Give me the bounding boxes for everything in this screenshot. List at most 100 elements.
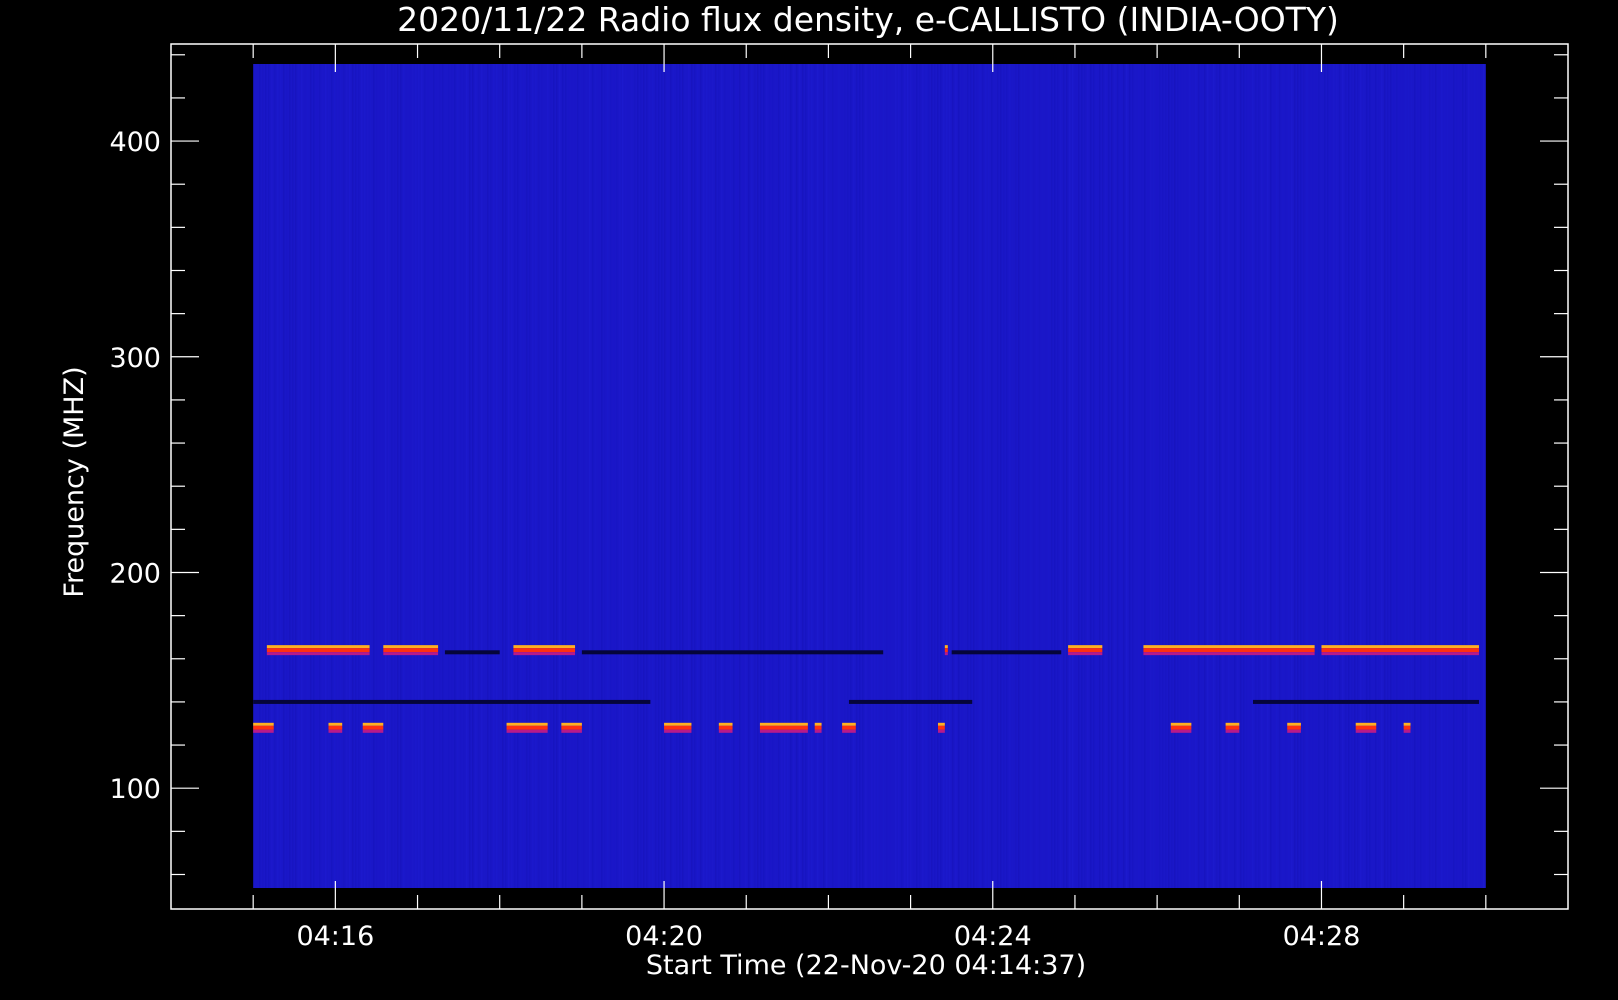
noise-streak	[700, 64, 702, 888]
noise-streak	[586, 64, 588, 888]
noise-streak	[1294, 64, 1296, 888]
noise-streak	[469, 64, 471, 888]
noise-streak	[580, 64, 581, 888]
noise-streak	[805, 64, 807, 888]
emission-segment	[362, 729, 384, 733]
noise-streak	[304, 64, 305, 888]
noise-streak	[622, 64, 624, 888]
noise-streak	[1045, 64, 1046, 888]
noise-streak	[1273, 64, 1274, 888]
noise-streak	[754, 64, 756, 888]
noise-streak	[1408, 64, 1410, 888]
noise-streak	[640, 64, 642, 888]
noise-streak	[781, 64, 783, 888]
noise-streak	[919, 64, 921, 888]
noise-streak	[907, 64, 909, 888]
noise-streak	[964, 64, 965, 888]
noise-streak	[889, 64, 890, 888]
noise-streak	[958, 64, 960, 888]
noise-streak	[1270, 64, 1272, 888]
noise-streak	[331, 64, 333, 888]
noise-streak	[517, 64, 519, 888]
noise-streak	[310, 64, 312, 888]
x-tick-label: 04:20	[625, 921, 703, 952]
noise-streak	[1360, 64, 1362, 888]
emission-segment	[1321, 648, 1479, 653]
emission-segment	[814, 725, 822, 730]
emission-segment	[561, 722, 582, 726]
noise-streak	[799, 64, 801, 888]
noise-streak	[1246, 64, 1247, 888]
noise-streak	[718, 64, 720, 888]
noise-streak	[832, 64, 834, 888]
noise-streak	[337, 64, 339, 888]
noise-streak	[814, 64, 815, 888]
noise-streak	[1303, 64, 1305, 888]
noise-streak	[592, 64, 594, 888]
noise-streak	[844, 64, 845, 888]
noise-streak	[1312, 64, 1313, 888]
noise-streak	[1456, 64, 1457, 888]
emission-segment	[1321, 645, 1479, 649]
noise-streak	[838, 64, 840, 888]
noise-streak	[274, 64, 276, 888]
noise-streak	[1339, 64, 1341, 888]
noise-streak	[1186, 64, 1187, 888]
emission-segment	[506, 729, 548, 733]
noise-streak	[346, 64, 348, 888]
emission-segment	[814, 722, 822, 726]
noise-streak	[802, 64, 804, 888]
noise-streak	[1345, 64, 1347, 888]
chart-title: 2020/11/22 Radio flux density, e-CALLIST…	[397, 0, 1339, 39]
noise-streak	[340, 64, 342, 888]
noise-streak	[325, 64, 327, 888]
noise-streak	[961, 64, 962, 888]
noise-streak	[1219, 64, 1221, 888]
noise-streak	[1033, 64, 1034, 888]
noise-streak	[1147, 64, 1148, 888]
noise-streak	[811, 64, 813, 888]
noise-streak	[1054, 64, 1056, 888]
noise-streak	[1393, 64, 1394, 888]
noise-streak	[715, 64, 717, 888]
noise-streak	[967, 64, 969, 888]
noise-streak	[1429, 64, 1431, 888]
noise-streak	[499, 64, 500, 888]
noise-streak	[658, 64, 660, 888]
noise-streak	[1195, 64, 1197, 888]
noise-streak	[946, 64, 948, 888]
emission-segment	[328, 729, 343, 733]
noise-streak	[697, 64, 699, 888]
noise-streak	[1372, 64, 1373, 888]
noise-streak	[1156, 64, 1157, 888]
noise-streak	[1402, 64, 1403, 888]
noise-streak	[1420, 64, 1422, 888]
emission-segment	[253, 729, 274, 733]
noise-streak	[1354, 64, 1356, 888]
dark-band-segment	[253, 699, 651, 704]
emission-segment	[1068, 648, 1103, 653]
noise-streak	[1117, 64, 1119, 888]
noise-streak	[1477, 64, 1478, 888]
noise-streak	[1201, 64, 1202, 888]
noise-streak	[1453, 64, 1455, 888]
noise-streak	[1450, 64, 1451, 888]
emission-segment	[253, 722, 274, 726]
noise-streak	[1432, 64, 1433, 888]
noise-streak	[616, 64, 618, 888]
noise-streak	[949, 64, 951, 888]
noise-streak	[1396, 64, 1398, 888]
noise-streak	[1177, 64, 1179, 888]
noise-streak	[565, 64, 567, 888]
noise-streak	[409, 64, 410, 888]
noise-streak	[484, 64, 486, 888]
noise-streak	[646, 64, 648, 888]
noise-streak	[706, 64, 708, 888]
noise-streak	[928, 64, 930, 888]
noise-streak	[571, 64, 572, 888]
noise-streak	[868, 64, 869, 888]
emission-segment	[842, 729, 856, 733]
noise-streak	[283, 64, 285, 888]
noise-streak	[670, 64, 672, 888]
noise-streak	[577, 64, 579, 888]
